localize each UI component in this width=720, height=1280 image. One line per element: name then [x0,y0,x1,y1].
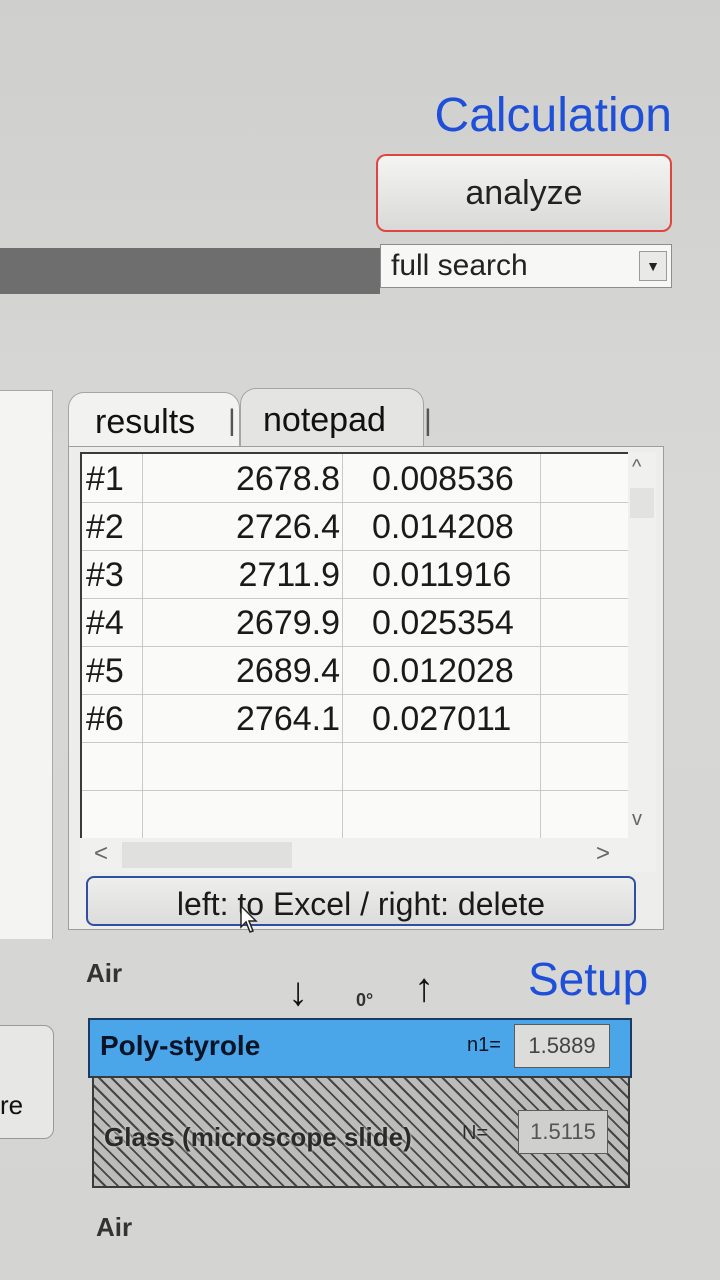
arrow-up-icon: ↑ [414,966,434,1010]
chevron-down-icon[interactable]: ▼ [639,251,667,281]
row-id: #3 [86,556,124,594]
row-value-a: 2711.9 [238,556,340,594]
refractive-index-label: n1= [467,1034,501,1056]
row-id: #2 [86,508,124,546]
row-value-b: 0.008536 [372,460,514,498]
row-value-a: 2678.8 [236,460,340,498]
row-value-b: 0.014208 [372,508,514,546]
chevron-left-icon[interactable]: < [94,840,108,868]
tab-separator: | [424,404,432,437]
table-row[interactable]: #6 2764.1 0.027011 [82,694,630,743]
row-value-b: 0.027011 [372,700,512,738]
table-row[interactable]: #2 2726.4 0.014208 [82,502,630,551]
row-value-a: 2679.9 [236,604,340,642]
table-row[interactable]: #1 2678.8 0.008536 [82,454,630,503]
row-value-a: 2689.4 [236,652,340,690]
row-value-a: 2764.1 [236,700,340,738]
progress-bar [0,248,380,294]
vertical-scroll-thumb[interactable] [630,488,654,518]
tab-separator: | [228,404,236,437]
table-row[interactable]: #5 2689.4 0.012028 [82,646,630,695]
search-mode-value: full search [391,249,528,282]
row-id: #6 [86,700,124,738]
row-value-a: 2726.4 [236,508,340,546]
excel-delete-button[interactable]: left: to Excel / right: delete [86,876,636,926]
search-mode-select[interactable]: full search ▼ [380,244,672,288]
left-partial-button[interactable] [0,1025,54,1139]
row-id: #4 [86,604,124,642]
results-table[interactable]: #1 2678.8 0.008536 #2 2726.4 0.014208 #3… [80,452,630,840]
calculation-title: Calculation [434,89,672,142]
chevron-up-icon[interactable]: ^ [632,456,641,479]
row-value-b: 0.025354 [372,604,514,642]
arrow-down-icon: ↓ [288,970,308,1014]
tab-notepad[interactable]: notepad [240,388,424,446]
layer-name: Poly-styrole [100,1030,261,1061]
refractive-index-label: N= [462,1122,489,1144]
bottom-medium-label: Air [96,1212,133,1242]
row-id: #5 [86,652,124,690]
layer-name: Glass (microscope slide) [104,1122,412,1152]
mouse-cursor-icon [240,905,258,933]
horizontal-scroll-thumb[interactable] [122,842,292,868]
chevron-right-icon[interactable]: > [596,840,610,868]
setup-title: Setup [528,953,649,1005]
row-value-b: 0.012028 [372,652,514,690]
row-id: #1 [86,460,124,498]
angle-label: 0° [356,990,374,1010]
refractive-index-field[interactable]: 1.5889 [514,1024,610,1068]
refractive-index-field[interactable]: 1.5115 [518,1110,608,1154]
left-panel [0,390,53,939]
table-row[interactable]: #4 2679.9 0.025354 [82,598,630,647]
tab-results[interactable]: results [68,392,240,446]
analyze-button[interactable]: analyze [376,154,672,232]
table-row[interactable]: #3 2711.9 0.011916 [82,550,630,599]
top-medium-label: Air [86,958,123,988]
table-row-empty[interactable] [82,790,630,839]
table-row-empty[interactable] [82,742,630,791]
chevron-down-icon[interactable]: v [632,808,642,831]
left-partial-button-label: re [0,1090,24,1120]
row-value-b: 0.011916 [372,556,512,594]
